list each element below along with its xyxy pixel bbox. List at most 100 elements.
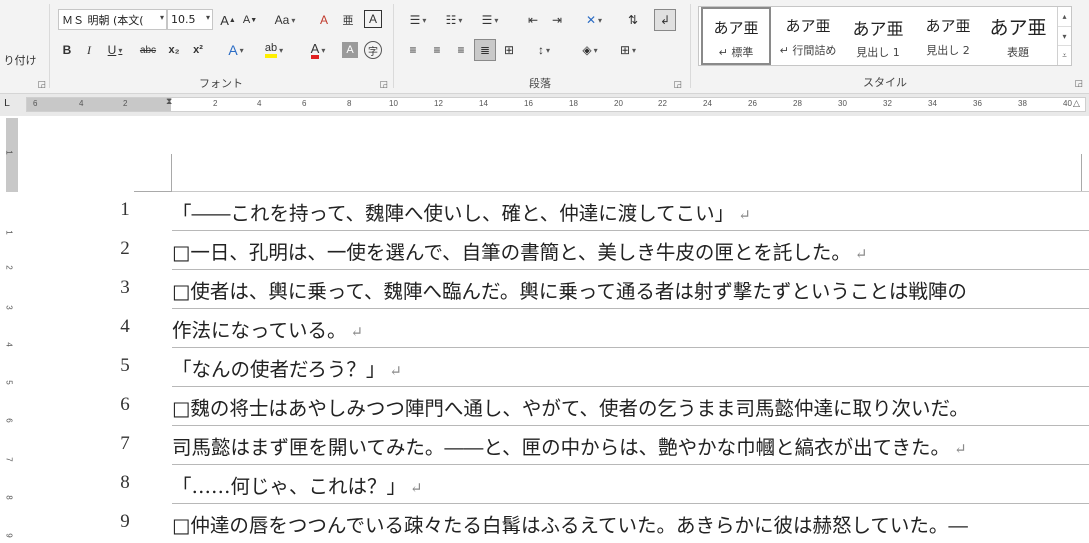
ribbon: り付け ◲ ＭＳ 明朝 (本文( ▾ 10.5 ▾ A ▲ A ▼ Aa ▾ A 亜 … (0, 0, 1089, 94)
paint-bucket-icon: ◈ (582, 43, 592, 57)
line-number: 8 (120, 472, 130, 493)
more-styles-icon[interactable]: ⩡ (1058, 45, 1071, 64)
paste-label: り付け (3, 54, 37, 67)
crop-mark (1081, 154, 1082, 192)
style-name: ↵ 行間詰め (779, 44, 837, 57)
tab-selector[interactable]: L (4, 98, 18, 112)
style-no-spacing[interactable]: あア亜 ↵ 行間詰め (773, 7, 843, 65)
paragraph-group-label: 段落 (529, 77, 551, 90)
bold-button[interactable]: B (58, 39, 76, 61)
chevron-down-icon: ▾ (458, 15, 463, 25)
font-name-combo[interactable]: ＭＳ 明朝 (本文( ▾ (58, 9, 167, 30)
ruler-tick: 16 (524, 99, 533, 108)
sort-button[interactable]: ⇅ (622, 9, 644, 31)
line-text[interactable]: 作法になっている。 ↵ (172, 314, 1089, 343)
line-text[interactable]: 「――これを持って、魏陣へ使いし、確と、仲達に渡してこい」 ↵ (172, 197, 1089, 226)
show-marks-button[interactable]: ↲ (654, 9, 676, 31)
italic-icon: I (87, 42, 91, 57)
strikethrough-icon: abc (139, 44, 157, 56)
scroll-up-icon[interactable]: ▴ (1058, 7, 1071, 26)
justify-button[interactable]: ≣ (474, 39, 496, 61)
scroll-down-icon[interactable]: ▾ (1058, 26, 1071, 45)
grow-font-button[interactable]: A ▲ (218, 9, 238, 31)
shading-button[interactable]: ◈ ▾ (574, 39, 606, 61)
line-content: 「なんの使者だろう？」 (172, 358, 386, 381)
strikethrough-button[interactable]: abc (136, 39, 160, 61)
first-line-indent-icon[interactable]: ⧗ (166, 97, 172, 107)
phonetic-guide-button[interactable]: 亜 (338, 9, 358, 31)
line-text[interactable]: 司馬懿はまず匣を開いてみた。――と、匣の中からは、艶やかな巾幗と縞衣が出てきた。… (172, 431, 1089, 460)
paste-button[interactable]: り付け (0, 49, 40, 71)
line-spacing-button[interactable]: ↕ ▾ (528, 39, 560, 61)
line-text[interactable]: □魏の将士はあやしみつつ陣門へ通し、やがて、使者の乞うまま司馬懿仲達に取り次いだ… (172, 392, 1089, 421)
shrink-font-button[interactable]: A ▼ (240, 9, 260, 31)
ruler-tick: 38 (1018, 99, 1027, 108)
highlight-button[interactable]: ab ▾ (258, 39, 290, 61)
ruler-tick: 6 (33, 99, 38, 108)
align-center-icon: ≡ (433, 43, 441, 57)
distributed-button[interactable]: ⊞ (498, 39, 520, 61)
line-text[interactable]: 「なんの使者だろう？」 ↵ (172, 353, 1089, 382)
style-title[interactable]: あア亜 表題 (983, 7, 1053, 65)
font-group: ＭＳ 明朝 (本文( ▾ 10.5 ▾ A ▲ A ▼ Aa ▾ A 亜 A B I … (50, 0, 392, 94)
align-left-button[interactable]: ≡ (402, 39, 424, 61)
styles-scroll[interactable]: ▴ ▾ ⩡ (1057, 7, 1071, 65)
tab-left-icon: L (4, 98, 10, 109)
bullets-icon: ☰ (409, 13, 421, 27)
style-heading-1[interactable]: あア亜 見出し 1 (843, 7, 913, 65)
borders-button[interactable]: ⊞ ▾ (612, 39, 644, 61)
subscript-icon: x₂ (168, 44, 180, 56)
style-sample: あア亜 (925, 17, 971, 35)
character-border-button[interactable]: A (364, 10, 382, 28)
increase-indent-button[interactable]: ⇥ (546, 9, 568, 31)
chevron-down-icon: ▾ (291, 15, 296, 25)
line-text[interactable]: 「……何じゃ、これは？」 ↵ (172, 470, 1089, 499)
horizontal-ruler[interactable]: 6 4 2 2 4 6 8 10 12 14 16 18 20 22 24 26… (26, 97, 1086, 112)
highlighter-icon: ab (264, 42, 278, 58)
paragraph-launcher-icon[interactable]: ◲ (673, 80, 682, 90)
superscript-button[interactable]: x² (188, 39, 208, 61)
asian-layout-button[interactable]: ✕ ▾ (578, 9, 610, 31)
decrease-indent-icon: ⇤ (527, 13, 539, 27)
chevron-down-icon: ▾ (205, 13, 210, 22)
font-launcher-icon[interactable]: ◲ (379, 80, 388, 90)
line-text[interactable]: □仲達の唇をつつんでいる疎々たる白髯はふるえていた。あきらかに彼は赫怒していた。… (172, 509, 1089, 538)
paragraph-mark: ↵ (954, 440, 967, 458)
line-text[interactable]: □使者は、輿に乗って、魏陣へ臨んだ。輿に乗って通る者は射ず撃たずということは戦陣… (172, 275, 1089, 304)
text-effects-button[interactable]: A ▾ (222, 39, 250, 61)
styles-launcher-icon[interactable]: ◲ (1074, 79, 1083, 89)
ruler-tick: 14 (479, 99, 488, 108)
style-normal[interactable]: あア亜 ↵ 標準 (701, 7, 771, 65)
enclose-characters-button[interactable]: 字 (364, 41, 382, 59)
ruler-tick: 34 (928, 99, 937, 108)
clipboard-launcher-icon[interactable]: ◲ (37, 80, 46, 90)
underline-button[interactable]: U ▾ (102, 39, 128, 61)
ruler-tick: 40 (1063, 99, 1072, 108)
vertical-ruler[interactable]: 1 1 2 3 4 5 6 7 8 9 (4, 118, 18, 542)
font-color-button[interactable]: A ▾ (302, 39, 334, 61)
vruler-tick: 9 (4, 533, 14, 538)
numbering-button[interactable]: ☷ ▾ (438, 9, 470, 31)
ruler-tick: 2 (123, 99, 128, 108)
chevron-down-icon: ▾ (632, 45, 637, 55)
bullets-button[interactable]: ☰ ▾ (402, 9, 434, 31)
decrease-indent-button[interactable]: ⇤ (522, 9, 544, 31)
character-shading-button[interactable]: A (342, 42, 358, 58)
font-size-combo[interactable]: 10.5 ▾ (167, 9, 213, 30)
align-right-button[interactable]: ≡ (450, 39, 472, 61)
subscript-button[interactable]: x₂ (164, 39, 184, 61)
document-page[interactable]: 1 「――これを持って、魏陣へ使いし、確と、仲達に渡してこい」 ↵ 2 □一日、孔… (26, 118, 1089, 542)
clear-formatting-button[interactable]: A (314, 9, 334, 31)
chevron-down-icon: ▾ (279, 45, 284, 55)
italic-button[interactable]: I (80, 39, 98, 61)
ruler-left-margin (27, 98, 171, 111)
style-heading-2[interactable]: あア亜 見出し 2 (913, 7, 983, 65)
line-text[interactable]: □一日、孔明は、一使を選んで、自筆の書簡と、美しき牛皮の匣とを託した。 ↵ (172, 236, 1089, 265)
right-indent-icon[interactable]: △ (1073, 99, 1080, 109)
change-case-button[interactable]: Aa ▾ (268, 9, 302, 31)
align-center-button[interactable]: ≡ (426, 39, 448, 61)
chevron-down-icon: ▾ (598, 15, 603, 25)
multilevel-list-button[interactable]: ☰ ▾ (474, 9, 506, 31)
grow-font-icon: A (220, 12, 229, 28)
style-sample: あア亜 (785, 17, 831, 35)
